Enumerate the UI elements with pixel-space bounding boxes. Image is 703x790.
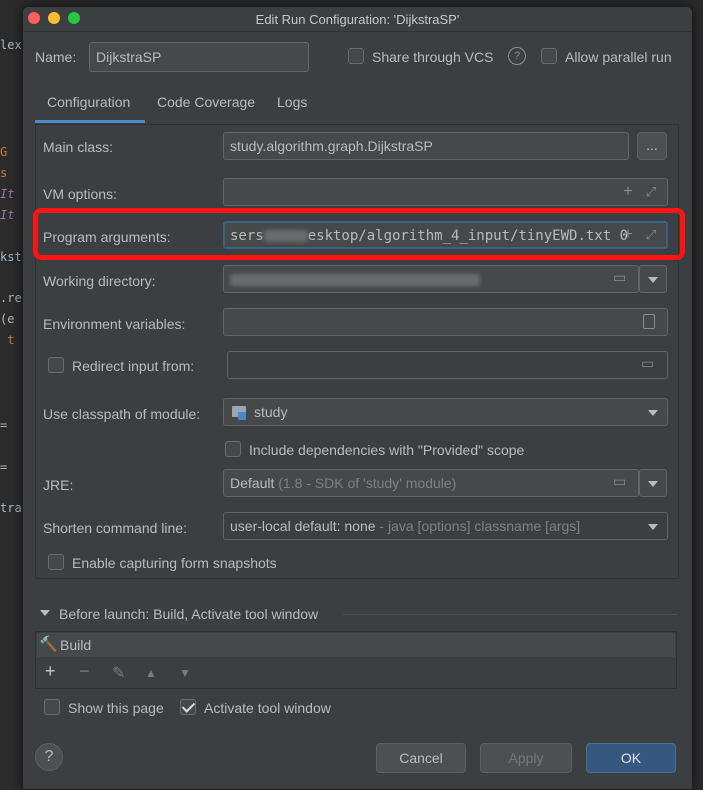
allow-parallel-label: Allow parallel run <box>565 49 672 65</box>
red-highlight-annotation <box>33 208 685 260</box>
background-editor: lex G s It It kst .re (e t = = tra <box>0 0 22 788</box>
module-badge-icon <box>238 412 246 420</box>
apply-button[interactable]: Apply <box>480 743 572 773</box>
working-directory-label: Working directory: <box>43 273 156 289</box>
activate-tool-checkbox[interactable] <box>180 699 196 715</box>
help-button[interactable]: ? <box>35 743 63 771</box>
working-directory-field[interactable] <box>223 265 639 293</box>
build-item-label: Build <box>60 637 92 653</box>
list-item-build[interactable] <box>37 633 675 657</box>
include-dependencies-checkbox[interactable] <box>225 441 241 457</box>
title-bar: Edit Run Configuration: 'DijkstraSP' <box>23 7 692 32</box>
chevron-down-icon <box>648 524 658 530</box>
allow-parallel-checkbox[interactable] <box>541 48 557 64</box>
main-class-label: Main class: <box>43 139 114 155</box>
plus-icon[interactable]: + <box>617 181 639 203</box>
jre-value: Default <box>230 475 275 491</box>
classpath-select[interactable]: study <box>223 398 668 426</box>
divider <box>343 614 677 615</box>
vm-options-field[interactable] <box>223 178 668 206</box>
share-vcs-label: Share through VCS <box>372 49 494 65</box>
folder-icon[interactable]: ▭ <box>641 355 659 371</box>
redacted-path <box>230 274 480 287</box>
cancel-button[interactable]: Cancel <box>376 743 466 773</box>
classpath-label: Use classpath of module: <box>43 406 201 422</box>
form-snapshots-checkbox[interactable] <box>48 554 64 570</box>
tab-code-coverage[interactable]: Code Coverage <box>157 94 255 110</box>
redirect-input-field[interactable] <box>227 351 668 379</box>
show-page-label: Show this page <box>68 700 164 716</box>
window-title: Edit Run Configuration: 'DijkstraSP' <box>255 12 460 27</box>
chevron-down-icon <box>648 277 658 283</box>
vm-options-label: VM options: <box>43 186 117 202</box>
environment-variables-label: Environment variables: <box>43 316 186 332</box>
hammer-icon: 🔨 <box>39 636 58 653</box>
folder-icon[interactable]: ▭ <box>613 269 631 285</box>
expand-icon[interactable]: ⤢ <box>640 181 662 203</box>
name-field[interactable]: DijkstraSP <box>89 42 309 72</box>
collapse-triangle-icon[interactable] <box>40 610 50 616</box>
tab-configuration[interactable]: Configuration <box>47 94 130 110</box>
tab-logs[interactable]: Logs <box>277 94 307 110</box>
shorten-command-value: user-local default: none <box>230 518 376 534</box>
move-down-icon[interactable]: ▼ <box>179 666 191 680</box>
environment-variables-field[interactable] <box>223 308 668 336</box>
redirect-input-label: Redirect input from: <box>72 358 195 374</box>
document-icon[interactable] <box>643 314 655 329</box>
jre-hint: (1.8 - SDK of 'study' module) <box>274 475 457 491</box>
run-configuration-dialog: Edit Run Configuration: 'DijkstraSP' Nam… <box>22 6 693 790</box>
shorten-command-hint: - java [options] classname [args] <box>375 518 581 534</box>
shorten-command-label: Shorten command line: <box>43 520 187 536</box>
redirect-input-checkbox[interactable] <box>48 357 64 373</box>
name-label: Name: <box>35 49 77 65</box>
folder-icon[interactable]: ▭ <box>613 473 631 489</box>
share-vcs-checkbox[interactable] <box>348 48 364 64</box>
activate-tool-label: Activate tool window <box>204 700 331 716</box>
edit-icon[interactable]: ✎ <box>112 663 125 683</box>
form-snapshots-label: Enable capturing form snapshots <box>72 555 277 571</box>
chevron-down-icon <box>648 481 658 487</box>
ok-button[interactable]: OK <box>586 743 676 773</box>
jre-label: JRE: <box>43 477 74 493</box>
main-class-browse-button[interactable]: ... <box>637 132 667 160</box>
main-class-field[interactable]: study.algorithm.graph.DijkstraSP <box>223 132 629 160</box>
show-page-checkbox[interactable] <box>44 699 60 715</box>
jre-field[interactable]: Default (1.8 - SDK of 'study' module) <box>223 469 639 497</box>
move-up-icon[interactable]: ▲ <box>145 666 157 680</box>
help-circle-icon[interactable]: ? <box>508 47 526 65</box>
include-dependencies-label: Include dependencies with "Provided" sco… <box>249 442 525 458</box>
add-icon[interactable]: + <box>45 661 56 682</box>
remove-icon[interactable]: − <box>79 661 90 682</box>
chevron-down-icon <box>648 410 658 416</box>
shorten-command-select[interactable]: user-local default: none - java [options… <box>223 512 668 540</box>
active-tab-indicator <box>35 120 145 123</box>
before-launch-label[interactable]: Before launch: Build, Activate tool wind… <box>59 606 318 622</box>
